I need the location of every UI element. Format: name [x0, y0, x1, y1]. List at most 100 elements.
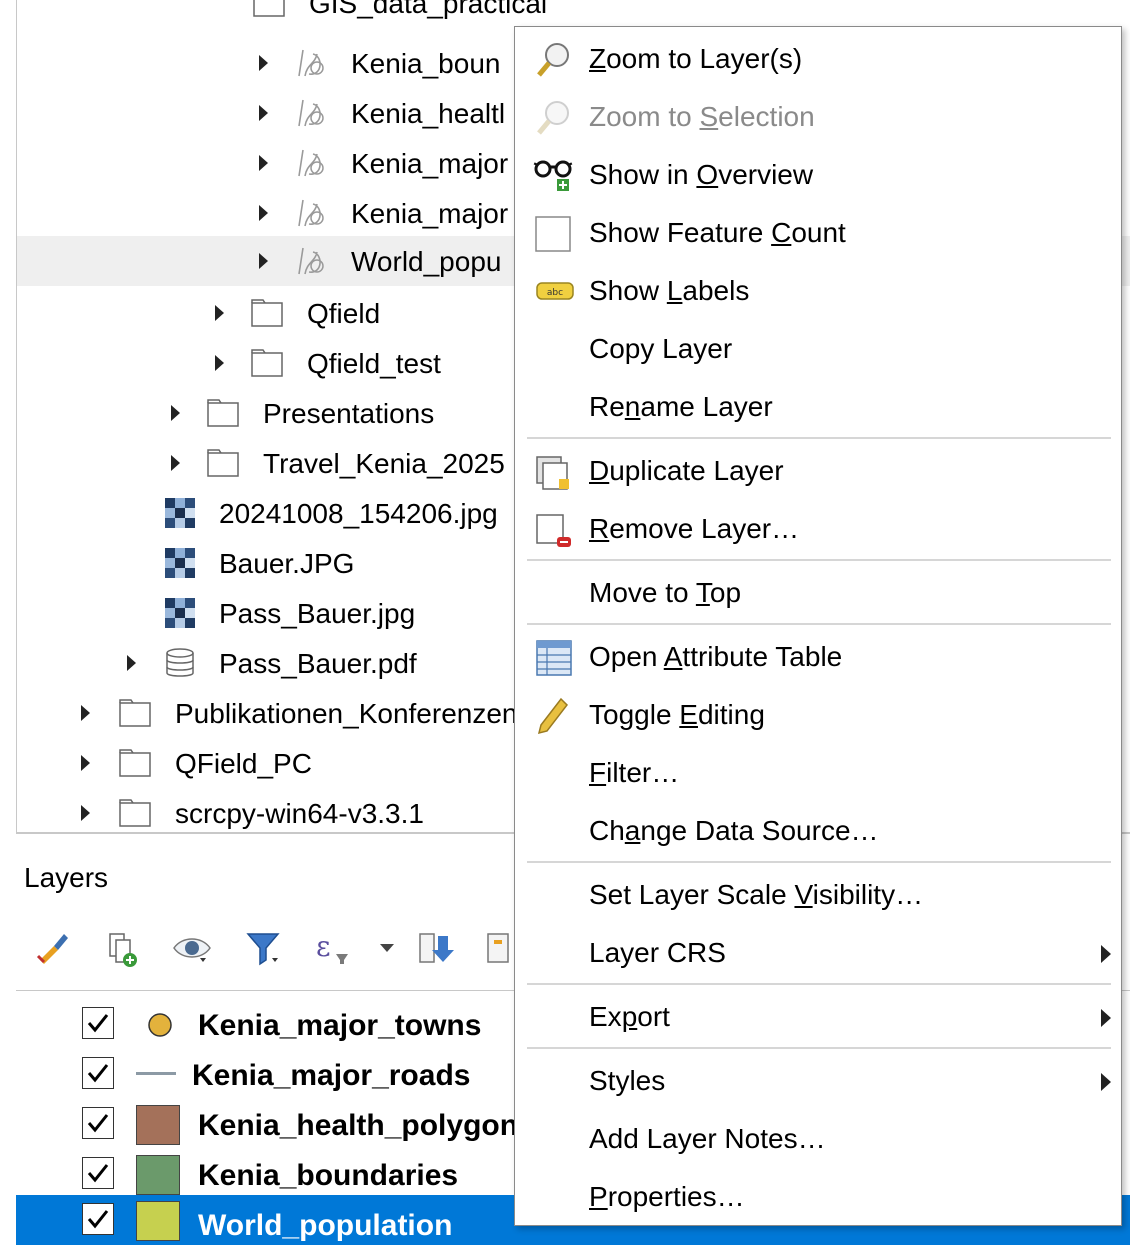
- zoom-to-selection-icon: [537, 101, 569, 135]
- expand-arrow-icon[interactable]: [259, 55, 268, 71]
- style-brush-icon[interactable]: [32, 926, 76, 970]
- menu-separator: [527, 437, 1111, 439]
- layer-name: World_population: [198, 1209, 453, 1242]
- menu-item-label: Toggle Editing: [589, 699, 765, 730]
- menu-item-label: Zoom to Selection: [589, 101, 815, 132]
- tree-item-label: Qfield_test: [307, 348, 441, 379]
- menu-item-remove-layer[interactable]: Remove Layer…: [515, 501, 1121, 557]
- layer-name: Kenia_major_roads: [192, 1059, 471, 1092]
- tree-item-label: Publikationen_Konferenzen: [175, 698, 518, 729]
- menu-item-label: Copy Layer: [589, 333, 733, 364]
- expand-all-icon[interactable]: [414, 926, 458, 970]
- menu-item-change-data-source[interactable]: Change Data Source…: [515, 803, 1121, 859]
- menu-item-export[interactable]: Export: [515, 989, 1121, 1045]
- layers-panel-title: Layers: [24, 862, 109, 893]
- tree-item-label: Travel_Kenia_2025: [263, 448, 505, 479]
- tree-item-label: QField_PC: [175, 748, 312, 779]
- expand-arrow-icon[interactable]: [127, 655, 136, 671]
- vector-layer-icon: [298, 199, 324, 227]
- layer-name: Kenia_major_towns: [198, 1009, 482, 1042]
- feature-count-checkbox-icon: [535, 216, 571, 252]
- folder-icon: [119, 799, 151, 827]
- menu-item-label: Filter…: [589, 757, 680, 788]
- menu-item-styles[interactable]: Styles: [515, 1053, 1121, 1109]
- menu-item-label: Add Layer Notes…: [589, 1123, 826, 1154]
- expand-arrow-icon[interactable]: [259, 253, 268, 269]
- menu-item-label: Rename Layer: [589, 391, 773, 422]
- menu-item-properties[interactable]: Properties…: [515, 1169, 1121, 1225]
- menu-item-move-to-top[interactable]: Move to Top: [515, 565, 1121, 621]
- fill-symbol-icon: [136, 1155, 180, 1195]
- menu-item-zoom-to-selection[interactable]: Zoom to Selection: [515, 89, 1121, 145]
- tree-item-gis-data-practical[interactable]: GIS_data_practical: [17, 0, 1130, 28]
- tree-item-label: Qfield: [307, 298, 381, 329]
- expand-arrow-icon[interactable]: [259, 155, 268, 171]
- submenu-arrow-icon: [1101, 1009, 1111, 1027]
- tree-item-label: Presentations: [263, 398, 435, 429]
- menu-item-label: Styles: [589, 1065, 666, 1096]
- expand-arrow-icon[interactable]: [81, 705, 90, 721]
- vector-layer-icon: [298, 149, 324, 177]
- menu-item-filter[interactable]: Filter…: [515, 745, 1121, 801]
- expand-arrow-icon[interactable]: [215, 305, 224, 321]
- menu-item-open-attribute-table[interactable]: Open Attribute Table: [515, 629, 1121, 685]
- expand-arrow-icon[interactable]: [215, 355, 224, 371]
- labels-abc-icon: abc: [536, 282, 574, 300]
- expand-arrow-icon[interactable]: [81, 755, 90, 771]
- menu-item-label: Export: [589, 1001, 670, 1032]
- menu-item-show-feature-count[interactable]: Show Feature Count: [515, 205, 1121, 261]
- layer-context-menu: Zoom to Layer(s) Zoom to Selection Show …: [514, 26, 1122, 1226]
- folder-icon: [207, 449, 239, 477]
- menu-item-label: Zoom to Layer(s): [589, 43, 803, 74]
- folder-icon: [251, 349, 283, 377]
- folder-icon: [119, 699, 151, 727]
- pencil-edit-icon: [537, 697, 568, 735]
- menu-item-label: Show Feature Count: [589, 217, 846, 248]
- add-group-icon[interactable]: [100, 926, 144, 970]
- menu-item-label: Duplicate Layer: [589, 455, 784, 486]
- menu-item-zoom-to-layers[interactable]: Zoom to Layer(s): [515, 31, 1121, 87]
- expand-arrow-icon[interactable]: [259, 205, 268, 221]
- tree-item-label: 20241008_154206.jpg: [219, 498, 498, 529]
- layer-visibility-checkbox[interactable]: [82, 1107, 114, 1139]
- menu-item-show-labels[interactable]: abc Show Labels: [515, 263, 1121, 319]
- menu-separator: [527, 1047, 1111, 1049]
- raster-layer-icon: [165, 548, 195, 578]
- filter-icon[interactable]: [242, 926, 286, 970]
- fill-symbol-icon: [136, 1201, 180, 1241]
- menu-item-duplicate-layer[interactable]: Duplicate Layer: [515, 443, 1121, 499]
- menu-separator: [527, 861, 1111, 863]
- menu-item-show-in-overview[interactable]: Show in Overview: [515, 147, 1121, 203]
- expand-arrow-icon[interactable]: [81, 805, 90, 821]
- folder-icon: [119, 749, 151, 777]
- menu-item-label: Show in Overview: [589, 159, 814, 190]
- layers-toolbar: ε: [16, 918, 516, 978]
- layer-visibility-checkbox[interactable]: [82, 1203, 114, 1235]
- menu-item-copy-layer[interactable]: Copy Layer: [515, 321, 1121, 377]
- menu-item-label: Remove Layer…: [589, 513, 800, 544]
- eye-visibility-icon[interactable]: [170, 926, 214, 970]
- point-symbol-icon: [148, 1013, 172, 1037]
- dropdown-arrow-icon[interactable]: [372, 926, 416, 970]
- menu-item-rename-layer[interactable]: Rename Layer: [515, 379, 1121, 435]
- expand-arrow-icon[interactable]: [259, 105, 268, 121]
- menu-item-layer-crs[interactable]: Layer CRS: [515, 925, 1121, 981]
- layer-visibility-checkbox[interactable]: [82, 1007, 114, 1039]
- zoom-to-layer-icon: [537, 43, 569, 77]
- submenu-arrow-icon: [1101, 945, 1111, 963]
- menu-item-set-scale-visibility[interactable]: Set Layer Scale Visibility…: [515, 867, 1121, 923]
- menu-item-label: Show Labels: [589, 275, 750, 306]
- expand-arrow-icon[interactable]: [171, 405, 180, 421]
- database-icon: [166, 648, 194, 677]
- tree-item-label: Pass_Bauer.jpg: [219, 598, 416, 629]
- expand-arrow-icon[interactable]: [171, 455, 180, 471]
- layer-visibility-checkbox[interactable]: [82, 1057, 114, 1089]
- layer-visibility-checkbox[interactable]: [82, 1157, 114, 1189]
- fill-symbol-icon: [136, 1105, 180, 1145]
- duplicate-layer-icon: [536, 456, 569, 490]
- svg-text:ε: ε: [316, 930, 331, 963]
- menu-item-add-layer-notes[interactable]: Add Layer Notes…: [515, 1111, 1121, 1167]
- menu-item-toggle-editing[interactable]: Toggle Editing: [515, 687, 1121, 743]
- filter-expression-icon[interactable]: ε: [310, 926, 354, 970]
- svg-text:abc: abc: [547, 288, 563, 298]
